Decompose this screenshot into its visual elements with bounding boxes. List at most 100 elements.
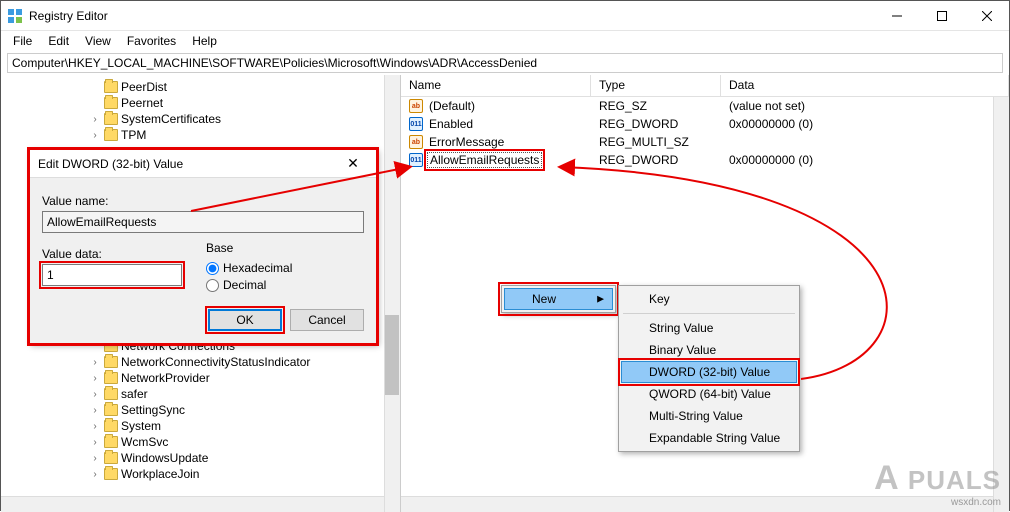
expand-icon[interactable]: ›: [89, 130, 101, 141]
list-scrollbar-h[interactable]: [401, 496, 993, 512]
menu-edit[interactable]: Edit: [40, 32, 77, 50]
context-item[interactable]: Multi-String Value: [621, 405, 797, 427]
dialog-title: Edit DWORD (32-bit) Value: [38, 157, 338, 171]
folder-icon: [104, 81, 118, 93]
col-header-name[interactable]: Name: [401, 75, 591, 96]
submenu-arrow-icon: ▶: [597, 294, 604, 305]
context-item[interactable]: QWORD (64-bit) Value: [621, 383, 797, 405]
tree-item[interactable]: PeerDist: [89, 79, 400, 95]
context-item[interactable]: DWORD (32-bit) Value: [621, 361, 797, 383]
minimize-button[interactable]: [874, 1, 919, 31]
folder-icon: [104, 129, 118, 141]
tree-item[interactable]: › safer: [89, 386, 400, 402]
radio-dec[interactable]: Decimal: [206, 278, 292, 292]
registry-value-row[interactable]: 011 Enabled REG_DWORD 0x00000000 (0): [401, 115, 1009, 133]
folder-icon: [104, 372, 118, 384]
tree-item[interactable]: › TPM: [89, 127, 400, 143]
expand-icon[interactable]: ›: [89, 469, 101, 480]
col-header-data[interactable]: Data: [721, 75, 1009, 96]
tree-label: NetworkProvider: [121, 371, 210, 385]
tree-label: TPM: [121, 128, 146, 142]
context-item[interactable]: Key: [621, 288, 797, 310]
context-menu-new: New ▶: [501, 285, 616, 313]
registry-value-row[interactable]: ab (Default) REG_SZ (value not set): [401, 97, 1009, 115]
reg-bin-icon: 011: [409, 117, 423, 131]
expand-icon[interactable]: ›: [89, 405, 101, 416]
cancel-button[interactable]: Cancel: [290, 309, 364, 331]
tree-item[interactable]: › WcmSvc: [89, 434, 400, 450]
value-data-label: Value data:: [42, 247, 182, 261]
base-group-label: Base: [206, 241, 292, 255]
expand-icon[interactable]: ›: [89, 453, 101, 464]
menu-file[interactable]: File: [5, 32, 40, 50]
context-item[interactable]: Expandable String Value: [621, 427, 797, 449]
tree-label: PeerDist: [121, 80, 167, 94]
value-type: REG_DWORD: [591, 153, 721, 167]
value-data: 0x00000000 (0): [721, 153, 1009, 167]
value-name: ErrorMessage: [427, 135, 506, 149]
tree-label: safer: [121, 387, 148, 401]
reg-bin-icon: 011: [409, 153, 423, 167]
folder-icon: [104, 452, 118, 464]
tree-item[interactable]: ›SystemCertificates: [89, 111, 400, 127]
context-item-new[interactable]: New ▶: [504, 288, 613, 310]
list-scrollbar-v[interactable]: [993, 97, 1009, 512]
menu-favorites[interactable]: Favorites: [119, 32, 184, 50]
separator: [623, 313, 795, 314]
expand-icon[interactable]: ›: [89, 437, 101, 448]
folder-icon: [104, 420, 118, 432]
dialog-titlebar[interactable]: Edit DWORD (32-bit) Value ✕: [30, 150, 376, 178]
context-item[interactable]: Binary Value: [621, 339, 797, 361]
tree-item[interactable]: ›WindowsUpdate: [89, 450, 400, 466]
radio-hex-input[interactable]: [206, 262, 219, 275]
expand-icon[interactable]: ›: [89, 373, 101, 384]
tree-label: SettingSync: [121, 403, 185, 417]
ok-button[interactable]: OK: [208, 309, 282, 331]
edit-dword-dialog: Edit DWORD (32-bit) Value ✕ Value name: …: [29, 149, 377, 344]
dialog-close-button[interactable]: ✕: [338, 155, 368, 172]
value-name: Enabled: [427, 117, 475, 131]
value-type: REG_MULTI_SZ: [591, 135, 721, 149]
tree-scrollbar-h[interactable]: [1, 496, 384, 512]
expand-icon[interactable]: ›: [89, 357, 101, 368]
expand-icon[interactable]: ›: [89, 389, 101, 400]
folder-icon: [104, 356, 118, 368]
reg-ab-icon: ab: [409, 99, 423, 113]
menu-help[interactable]: Help: [184, 32, 225, 50]
address-bar[interactable]: Computer\HKEY_LOCAL_MACHINE\SOFTWARE\Pol…: [7, 53, 1003, 73]
value-type: REG_SZ: [591, 99, 721, 113]
value-name-input[interactable]: [42, 211, 364, 233]
tree-label: WcmSvc: [121, 435, 168, 449]
window-title: Registry Editor: [29, 9, 874, 23]
radio-hex[interactable]: Hexadecimal: [206, 261, 292, 275]
tree-item[interactable]: › NetworkProvider: [89, 370, 400, 386]
radio-dec-input[interactable]: [206, 279, 219, 292]
folder-icon: [104, 468, 118, 480]
tree-item[interactable]: › NetworkConnectivityStatusIndicator: [89, 354, 400, 370]
close-button[interactable]: [964, 1, 1009, 31]
tree-item[interactable]: › SettingSync: [89, 402, 400, 418]
tree-item[interactable]: › WorkplaceJoin: [89, 466, 400, 482]
tree-label: NetworkConnectivityStatusIndicator: [121, 355, 310, 369]
tree-item[interactable]: ›System: [89, 418, 400, 434]
expand-icon[interactable]: ›: [89, 114, 101, 125]
registry-value-row[interactable]: ab ErrorMessage REG_MULTI_SZ: [401, 133, 1009, 151]
menu-view[interactable]: View: [77, 32, 119, 50]
watermark-logo: A A PUALSPUALS: [874, 459, 1001, 498]
expand-icon[interactable]: ›: [89, 421, 101, 432]
credit-text: wsxdn.com: [951, 497, 1001, 508]
value-name: AllowEmailRequests: [427, 152, 542, 168]
value-data: (value not set): [721, 99, 1009, 113]
col-header-type[interactable]: Type: [591, 75, 721, 96]
tree-scrollbar-v[interactable]: [384, 75, 400, 512]
value-data-input[interactable]: [42, 264, 182, 286]
tree-item[interactable]: Peernet: [89, 95, 400, 111]
registry-value-row[interactable]: 011 AllowEmailRequests REG_DWORD 0x00000…: [401, 151, 1009, 169]
menubar: File Edit View Favorites Help: [1, 31, 1009, 51]
maximize-button[interactable]: [919, 1, 964, 31]
tree-label: WorkplaceJoin: [121, 467, 199, 481]
context-submenu-new: Key String ValueBinary ValueDWORD (32-bit…: [618, 285, 800, 452]
context-item[interactable]: String Value: [621, 317, 797, 339]
address-path: Computer\HKEY_LOCAL_MACHINE\SOFTWARE\Pol…: [12, 56, 537, 70]
list-header: Name Type Data: [401, 75, 1009, 97]
